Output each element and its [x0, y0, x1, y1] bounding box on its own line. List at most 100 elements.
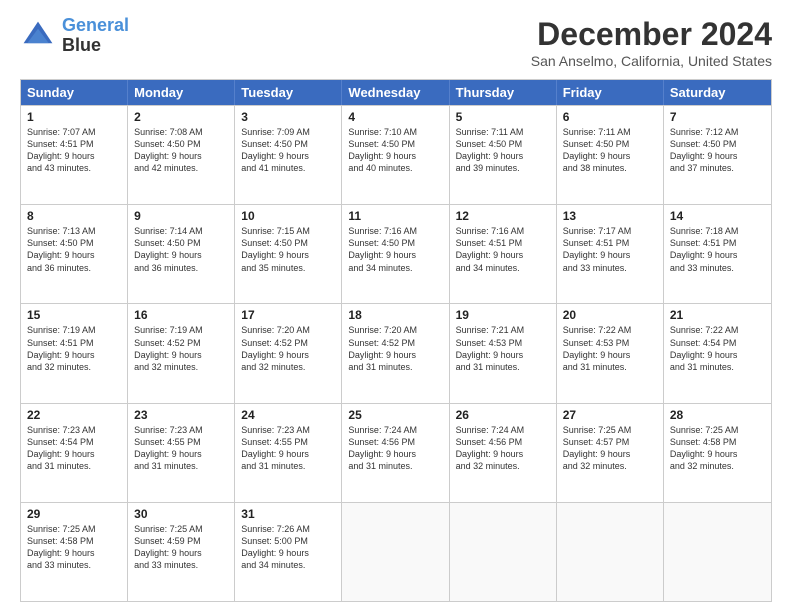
- day-info: Sunrise: 7:12 AM Sunset: 4:50 PM Dayligh…: [670, 126, 765, 175]
- day-cell-9: 9 Sunrise: 7:14 AM Sunset: 4:50 PM Daylig…: [128, 205, 235, 303]
- calendar-header: SundayMondayTuesdayWednesdayThursdayFrid…: [21, 80, 771, 105]
- day-info: Sunrise: 7:17 AM Sunset: 4:51 PM Dayligh…: [563, 225, 657, 274]
- day-number: 28: [670, 408, 765, 422]
- day-info: Sunrise: 7:07 AM Sunset: 4:51 PM Dayligh…: [27, 126, 121, 175]
- day-number: 6: [563, 110, 657, 124]
- day-number: 3: [241, 110, 335, 124]
- day-number: 17: [241, 308, 335, 322]
- day-cell-19: 19 Sunrise: 7:21 AM Sunset: 4:53 PM Dayli…: [450, 304, 557, 402]
- day-cell-18: 18 Sunrise: 7:20 AM Sunset: 4:52 PM Dayli…: [342, 304, 449, 402]
- calendar-row-2: 8Sunrise: 7:13 AM Sunset: 4:50 PM Daylig…: [21, 204, 771, 303]
- calendar-row-5: 29Sunrise: 7:25 AM Sunset: 4:58 PM Dayli…: [21, 502, 771, 601]
- day-cell-1: 1 Sunrise: 7:07 AM Sunset: 4:51 PM Daylig…: [21, 106, 128, 204]
- day-cell-7: 7Sunrise: 7:12 AM Sunset: 4:50 PM Daylig…: [664, 106, 771, 204]
- day-cell-31: 31 Sunrise: 7:26 AM Sunset: 5:00 PM Dayli…: [235, 503, 342, 601]
- day-number: 5: [456, 110, 550, 124]
- day-info: Sunrise: 7:15 AM Sunset: 4:50 PM Dayligh…: [241, 225, 335, 274]
- day-number: 2: [134, 110, 228, 124]
- day-number: 1: [27, 110, 121, 124]
- header-day-friday: Friday: [557, 80, 664, 105]
- day-number: 18: [348, 308, 442, 322]
- day-info: Sunrise: 7:25 AM Sunset: 4:58 PM Dayligh…: [670, 424, 765, 473]
- header-day-thursday: Thursday: [450, 80, 557, 105]
- day-info: Sunrise: 7:10 AM Sunset: 4:50 PM Dayligh…: [348, 126, 442, 175]
- day-cell-26: 26Sunrise: 7:24 AM Sunset: 4:56 PM Dayli…: [450, 404, 557, 502]
- day-info: Sunrise: 7:25 AM Sunset: 4:59 PM Dayligh…: [134, 523, 228, 572]
- day-info: Sunrise: 7:20 AM Sunset: 4:52 PM Dayligh…: [241, 324, 335, 373]
- day-info: Sunrise: 7:14 AM Sunset: 4:50 PM Dayligh…: [134, 225, 228, 274]
- logo-text: General Blue: [62, 16, 129, 56]
- empty-cell: [450, 503, 557, 601]
- day-info: Sunrise: 7:26 AM Sunset: 5:00 PM Dayligh…: [241, 523, 335, 572]
- day-cell-3: 3 Sunrise: 7:09 AM Sunset: 4:50 PM Daylig…: [235, 106, 342, 204]
- calendar-body: 1 Sunrise: 7:07 AM Sunset: 4:51 PM Daylig…: [21, 105, 771, 601]
- day-info: Sunrise: 7:23 AM Sunset: 4:54 PM Dayligh…: [27, 424, 121, 473]
- header: General Blue December 2024 San Anselmo, …: [20, 16, 772, 69]
- empty-cell: [557, 503, 664, 601]
- day-cell-14: 14 Sunrise: 7:18 AM Sunset: 4:51 PM Dayli…: [664, 205, 771, 303]
- day-number: 12: [456, 209, 550, 223]
- day-info: Sunrise: 7:19 AM Sunset: 4:52 PM Dayligh…: [134, 324, 228, 373]
- day-cell-10: 10Sunrise: 7:15 AM Sunset: 4:50 PM Dayli…: [235, 205, 342, 303]
- page: General Blue December 2024 San Anselmo, …: [0, 0, 792, 612]
- day-number: 29: [27, 507, 121, 521]
- day-info: Sunrise: 7:18 AM Sunset: 4:51 PM Dayligh…: [670, 225, 765, 274]
- day-number: 22: [27, 408, 121, 422]
- day-number: 16: [134, 308, 228, 322]
- day-number: 30: [134, 507, 228, 521]
- day-number: 25: [348, 408, 442, 422]
- day-info: Sunrise: 7:11 AM Sunset: 4:50 PM Dayligh…: [456, 126, 550, 175]
- day-cell-15: 15 Sunrise: 7:19 AM Sunset: 4:51 PM Dayli…: [21, 304, 128, 402]
- day-cell-23: 23 Sunrise: 7:23 AM Sunset: 4:55 PM Dayli…: [128, 404, 235, 502]
- day-info: Sunrise: 7:20 AM Sunset: 4:52 PM Dayligh…: [348, 324, 442, 373]
- day-info: Sunrise: 7:23 AM Sunset: 4:55 PM Dayligh…: [241, 424, 335, 473]
- day-info: Sunrise: 7:16 AM Sunset: 4:51 PM Dayligh…: [456, 225, 550, 274]
- day-number: 20: [563, 308, 657, 322]
- logo-icon: [20, 18, 56, 54]
- day-cell-4: 4 Sunrise: 7:10 AM Sunset: 4:50 PM Daylig…: [342, 106, 449, 204]
- header-day-wednesday: Wednesday: [342, 80, 449, 105]
- day-cell-27: 27Sunrise: 7:25 AM Sunset: 4:57 PM Dayli…: [557, 404, 664, 502]
- logo: General Blue: [20, 16, 129, 56]
- day-number: 8: [27, 209, 121, 223]
- calendar-row-3: 15 Sunrise: 7:19 AM Sunset: 4:51 PM Dayli…: [21, 303, 771, 402]
- day-number: 9: [134, 209, 228, 223]
- calendar-row-1: 1 Sunrise: 7:07 AM Sunset: 4:51 PM Daylig…: [21, 105, 771, 204]
- day-info: Sunrise: 7:21 AM Sunset: 4:53 PM Dayligh…: [456, 324, 550, 373]
- day-number: 19: [456, 308, 550, 322]
- day-info: Sunrise: 7:25 AM Sunset: 4:57 PM Dayligh…: [563, 424, 657, 473]
- day-number: 23: [134, 408, 228, 422]
- day-info: Sunrise: 7:11 AM Sunset: 4:50 PM Dayligh…: [563, 126, 657, 175]
- header-day-monday: Monday: [128, 80, 235, 105]
- day-info: Sunrise: 7:09 AM Sunset: 4:50 PM Dayligh…: [241, 126, 335, 175]
- day-info: Sunrise: 7:08 AM Sunset: 4:50 PM Dayligh…: [134, 126, 228, 175]
- day-number: 4: [348, 110, 442, 124]
- day-number: 21: [670, 308, 765, 322]
- title-block: December 2024 San Anselmo, California, U…: [531, 16, 772, 69]
- day-cell-29: 29Sunrise: 7:25 AM Sunset: 4:58 PM Dayli…: [21, 503, 128, 601]
- day-cell-8: 8Sunrise: 7:13 AM Sunset: 4:50 PM Daylig…: [21, 205, 128, 303]
- day-info: Sunrise: 7:19 AM Sunset: 4:51 PM Dayligh…: [27, 324, 121, 373]
- empty-cell: [342, 503, 449, 601]
- day-number: 24: [241, 408, 335, 422]
- day-number: 31: [241, 507, 335, 521]
- day-number: 13: [563, 209, 657, 223]
- header-day-tuesday: Tuesday: [235, 80, 342, 105]
- day-info: Sunrise: 7:24 AM Sunset: 4:56 PM Dayligh…: [348, 424, 442, 473]
- day-cell-13: 13 Sunrise: 7:17 AM Sunset: 4:51 PM Dayli…: [557, 205, 664, 303]
- subtitle: San Anselmo, California, United States: [531, 53, 772, 69]
- day-number: 11: [348, 209, 442, 223]
- day-number: 15: [27, 308, 121, 322]
- day-number: 14: [670, 209, 765, 223]
- day-info: Sunrise: 7:22 AM Sunset: 4:53 PM Dayligh…: [563, 324, 657, 373]
- day-info: Sunrise: 7:23 AM Sunset: 4:55 PM Dayligh…: [134, 424, 228, 473]
- day-cell-12: 12 Sunrise: 7:16 AM Sunset: 4:51 PM Dayli…: [450, 205, 557, 303]
- main-title: December 2024: [531, 16, 772, 53]
- day-cell-20: 20 Sunrise: 7:22 AM Sunset: 4:53 PM Dayli…: [557, 304, 664, 402]
- calendar: SundayMondayTuesdayWednesdayThursdayFrid…: [20, 79, 772, 602]
- header-day-saturday: Saturday: [664, 80, 771, 105]
- calendar-row-4: 22 Sunrise: 7:23 AM Sunset: 4:54 PM Dayli…: [21, 403, 771, 502]
- day-cell-24: 24 Sunrise: 7:23 AM Sunset: 4:55 PM Dayli…: [235, 404, 342, 502]
- day-cell-30: 30 Sunrise: 7:25 AM Sunset: 4:59 PM Dayli…: [128, 503, 235, 601]
- day-cell-16: 16 Sunrise: 7:19 AM Sunset: 4:52 PM Dayli…: [128, 304, 235, 402]
